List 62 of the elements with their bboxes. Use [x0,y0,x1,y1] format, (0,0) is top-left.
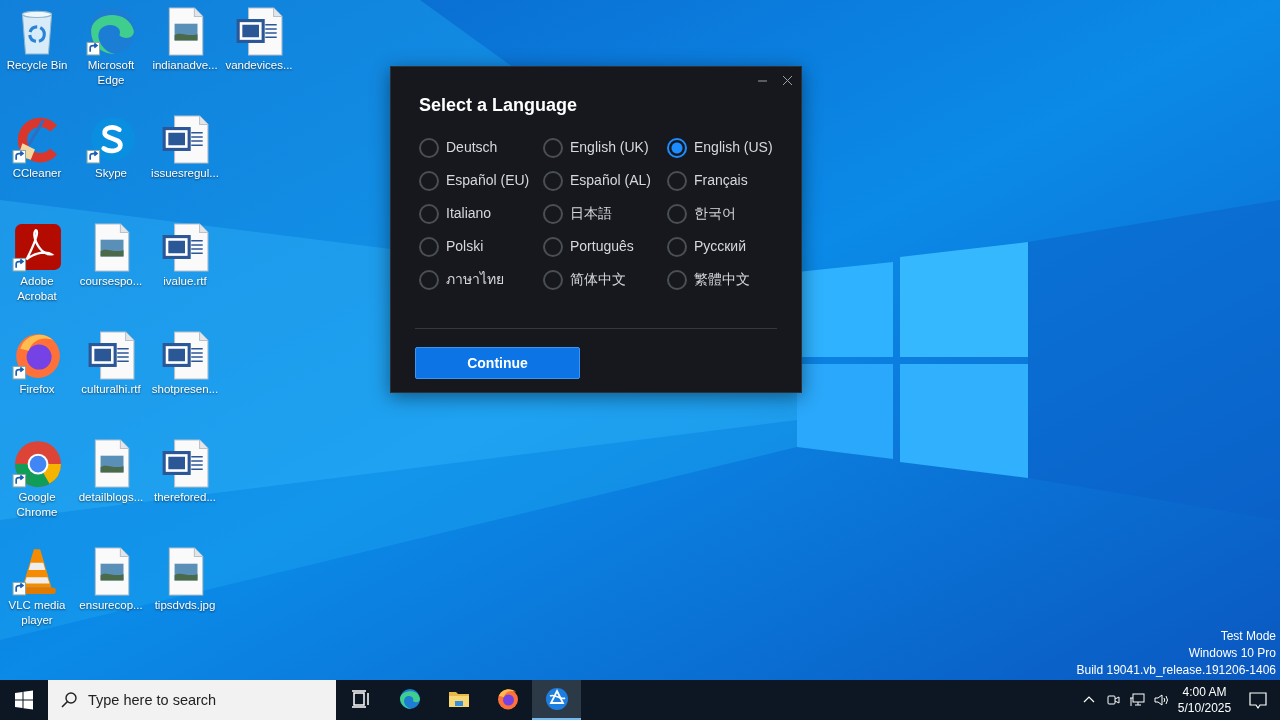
search-field[interactable]: Type here to search [48,680,336,720]
close-icon[interactable] [782,74,793,86]
language-option[interactable]: 日本語 [543,197,612,230]
icon-label: issuesregul... [150,166,220,181]
language-option[interactable]: Français [667,164,748,197]
icon-label: Google Chrome [15,490,59,520]
system-notice-text: Test Mode [1220,628,1276,645]
icon-label: coursespo... [78,274,144,289]
icon-label: culturalhi.rtf [80,382,142,397]
language-option[interactable]: Polski [419,230,484,263]
windows-logo-icon [12,688,36,712]
system-notice-text: Windows 10 Pro [1188,645,1276,662]
camera-icon[interactable] [1105,692,1121,708]
language-option[interactable]: Português [543,230,634,263]
network-icon[interactable] [1129,692,1145,708]
icon-label: ensurecop... [78,598,144,613]
document-icon[interactable] [12,222,62,272]
continue-button[interactable]: Continue [415,347,580,379]
icon-label: indianadve... [151,58,219,73]
word-file-icon[interactable] [86,330,136,380]
firefox-icon [495,687,520,711]
icon-label: Firefox [18,382,56,397]
language-option[interactable]: Español (AL) [543,164,651,197]
icon-label: ivalue.rtf [162,274,208,289]
edge-icon[interactable] [86,6,136,56]
language-option[interactable]: 繁體中文 [667,263,750,296]
clock-time[interactable]: 4:00 AM [1182,684,1227,700]
skype-icon[interactable] [86,114,136,164]
icon-label: shotpresen... [150,382,220,397]
icon-label: Adobe Acrobat [16,274,58,304]
icon-label: tipsdvds.jpg [153,598,217,613]
word-file-icon[interactable] [160,114,210,164]
clock-date[interactable]: 5/10/2025 [1177,700,1232,716]
language-option[interactable]: Español (EU) [419,164,530,197]
taskbar-app-button[interactable] [532,680,581,720]
dialog-title: Select a Language [419,94,579,117]
notification-icon[interactable] [1248,690,1268,710]
icon-label: vandevices... [224,58,294,73]
language-option[interactable]: Deutsch [419,131,498,164]
word-file-icon[interactable] [234,6,284,56]
chrome-icon[interactable] [12,438,62,488]
icon-label: therefored... [153,490,217,505]
language-option[interactable]: English (UK) [543,131,649,164]
language-option[interactable]: English (US) [667,131,773,164]
icon-label: Skype [94,166,128,181]
icon-label: VLC media player [7,598,67,628]
language-option[interactable]: 한국어 [667,197,736,230]
icon-label: CCleaner [11,166,63,181]
word-file-icon[interactable] [160,330,210,380]
language-option[interactable]: ภาษาไทย [419,263,504,296]
system-notice-text: Build 19041.vb_release.191206-1406 [1076,662,1276,679]
icon-label: detailblogs... [77,490,145,505]
language-option[interactable]: Русский [667,230,746,263]
icon-label: Recycle Bin [5,58,69,73]
language-option[interactable]: 简体中文 [543,263,626,296]
word-file-icon[interactable] [160,222,210,272]
app-icon [544,687,569,711]
speaker-icon[interactable] [1153,692,1169,708]
edge-icon [397,687,422,711]
icon-label: Microsoft Edge [86,58,136,88]
word-file-icon[interactable] [160,438,210,488]
language-option[interactable]: Italiano [419,197,492,230]
